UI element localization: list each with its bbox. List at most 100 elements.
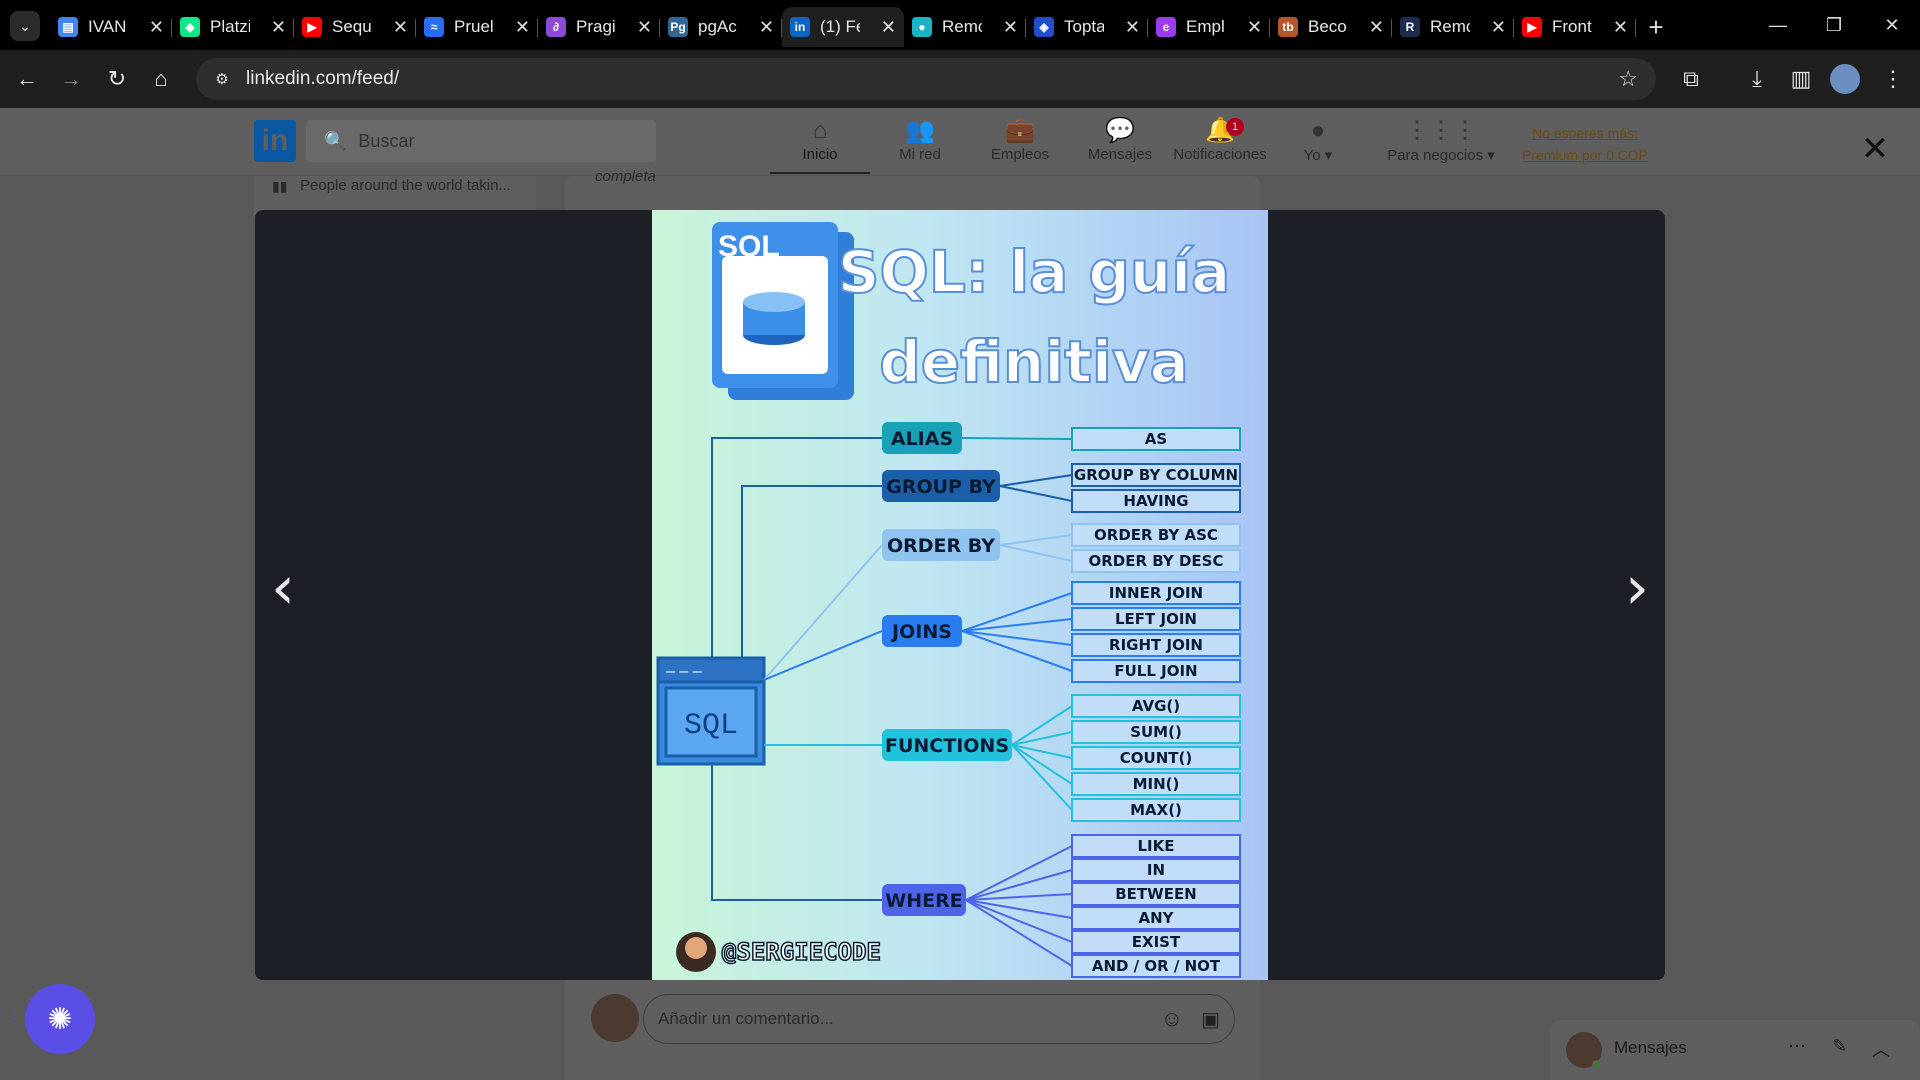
tab-title[interactable]: Pragi	[576, 17, 616, 37]
browser-tab[interactable]: ▤ IVAN ✕	[50, 7, 172, 47]
image-viewer: ‹ › SQL SQL: la guía definitiva – – – SQL ALI…	[255, 210, 1665, 980]
tab-close-icon[interactable]: ✕	[1247, 17, 1262, 38]
browser-tab[interactable]: e Empl ✕	[1148, 7, 1270, 47]
extensions-icon[interactable]: ⧉	[1676, 64, 1706, 94]
close-viewer-button[interactable]: ✕	[1860, 132, 1890, 166]
browser-tab[interactable]: R Remo ✕	[1392, 7, 1514, 47]
tab-close-icon[interactable]: ✕	[637, 17, 652, 38]
tab-title[interactable]: (1) Fe	[820, 17, 860, 37]
child-label: AVG()	[1132, 697, 1180, 715]
browser-tab[interactable]: in (1) Fe ✕	[782, 7, 904, 47]
tab-close-icon[interactable]: ✕	[881, 17, 896, 38]
tab-close-icon[interactable]: ✕	[1613, 17, 1628, 38]
online-status-icon	[1592, 1060, 1602, 1070]
avatar	[591, 994, 639, 1042]
tab-close-icon[interactable]: ✕	[393, 17, 408, 38]
home-button[interactable]: ⌂	[146, 64, 176, 94]
minimize-button[interactable]: —	[1750, 0, 1806, 50]
reload-button[interactable]: ↻	[102, 64, 132, 94]
branch-connector	[763, 630, 883, 681]
tab-close-icon[interactable]: ✕	[1125, 17, 1140, 38]
tab-title[interactable]: Sequ	[332, 17, 372, 37]
tab-close-icon[interactable]: ✕	[271, 17, 286, 38]
tab-title[interactable]: Remo	[1430, 17, 1470, 37]
tab-close-icon[interactable]: ✕	[1003, 17, 1018, 38]
image-icon[interactable]: ▣	[1201, 1007, 1220, 1032]
child-connector	[999, 485, 1073, 502]
browser-menu-icon[interactable]: ⋮	[1878, 64, 1908, 94]
doc-icon-label: SQL	[718, 230, 780, 263]
tab-close-icon[interactable]: ✕	[1369, 17, 1384, 38]
bookmark-star-icon[interactable]: ☆	[1618, 66, 1638, 92]
tab-favicon-icon: ◈	[1034, 17, 1054, 37]
nav-label: Mi red	[899, 146, 941, 163]
linkedin-logo[interactable]: in	[254, 120, 296, 162]
tab-close-icon[interactable]: ✕	[759, 17, 774, 38]
forward-button[interactable]: →	[56, 64, 86, 94]
browser-tab[interactable]: ● Remo ✕	[904, 7, 1026, 47]
browser-tab[interactable]: Pg pgAc ✕	[660, 7, 782, 47]
child-label: HAVING	[1123, 492, 1188, 510]
tab-favicon-icon: in	[790, 17, 810, 37]
more-options-icon[interactable]: ⋯	[1788, 1036, 1806, 1057]
url-text[interactable]: linkedin.com/feed/	[246, 68, 399, 90]
browser-tab[interactable]: ▶ Front ✕	[1514, 7, 1636, 47]
messaging-panel[interactable]: Mensajes ⋯ ✎ ︿	[1550, 1020, 1920, 1080]
tab-title[interactable]: Front	[1552, 17, 1592, 37]
browser-tab[interactable]: ◆ Platzi ✕	[172, 7, 294, 47]
sidebar-fragment[interactable]: People around the world takin...	[300, 176, 511, 196]
previous-image-button[interactable]: ‹	[261, 553, 305, 623]
tab-title[interactable]: Topta	[1064, 17, 1104, 37]
search-placeholder[interactable]: Buscar	[358, 131, 414, 152]
browser-tab[interactable]: tb Beco ✕	[1270, 7, 1392, 47]
tab-search-button[interactable]: ⌄	[10, 11, 40, 41]
new-tab-button[interactable]: +	[1636, 7, 1676, 47]
download-icon[interactable]: ⤓	[1742, 64, 1772, 94]
tab-title[interactable]: Platzi	[210, 17, 250, 37]
address-bar[interactable]: ⚙ linkedin.com/feed/ ☆	[196, 58, 1656, 100]
tab-close-icon[interactable]: ✕	[1491, 17, 1506, 38]
comment-input[interactable]: Añadir un comentario... ☺ ▣	[643, 994, 1235, 1044]
browser-tab[interactable]: ▶ Sequ ✕	[294, 7, 416, 47]
tab-close-icon[interactable]: ✕	[515, 17, 530, 38]
business-menu[interactable]: ⋮⋮⋮ Para negocios ▾	[1376, 116, 1506, 174]
nav-item[interactable]: ⌂ Inicio	[770, 116, 870, 174]
browser-tab[interactable]: ≈ Pruel ✕	[416, 7, 538, 47]
restore-button[interactable]: ❐	[1806, 0, 1862, 50]
tab-title[interactable]: Empl	[1186, 17, 1226, 37]
side-panel-icon[interactable]: ▥	[1786, 64, 1816, 94]
messaging-label[interactable]: Mensajes	[1614, 1038, 1687, 1058]
tab-title[interactable]: Beco	[1308, 17, 1348, 37]
site-info-icon[interactable]: ⚙	[210, 67, 234, 91]
back-button[interactable]: ←	[12, 64, 42, 94]
tab-favicon-icon: e	[1156, 17, 1176, 37]
poster-title: definitiva	[879, 328, 1189, 396]
comment-placeholder[interactable]: Añadir un comentario...	[658, 1009, 834, 1029]
search-box[interactable]: 🔍 Buscar	[306, 120, 656, 162]
tab-favicon-icon: Pg	[668, 17, 688, 37]
floating-assistant-button[interactable]: ✺	[25, 984, 95, 1054]
nav-item[interactable]: 👥 Mi red	[870, 116, 970, 174]
compose-icon[interactable]: ✎	[1832, 1036, 1847, 1057]
browser-tab[interactable]: ∂ Pragi ✕	[538, 7, 660, 47]
close-window-button[interactable]: ✕	[1864, 0, 1920, 50]
profile-avatar[interactable]	[1830, 64, 1860, 94]
nav-item[interactable]: 💬 Mensajes	[1070, 116, 1170, 174]
next-image-button[interactable]: ›	[1615, 553, 1659, 623]
premium-line2[interactable]: Premium por 0 COP	[1510, 144, 1660, 166]
author-handle: @SERGIECODE	[722, 938, 881, 966]
tab-title[interactable]: Pruel	[454, 17, 494, 37]
premium-line1[interactable]: No esperes más:	[1510, 122, 1660, 144]
tab-title[interactable]: IVAN	[88, 17, 128, 37]
chevron-up-icon[interactable]: ︿	[1872, 1036, 1890, 1062]
tab-title[interactable]: pgAc	[698, 17, 738, 37]
browser-tab[interactable]: ◈ Topta ✕	[1026, 7, 1148, 47]
tab-close-icon[interactable]: ✕	[149, 17, 164, 38]
nav-item[interactable]: 🔔 Notificaciones 1	[1170, 116, 1270, 174]
premium-link[interactable]: No esperes más: Premium por 0 COP	[1510, 122, 1660, 166]
emoji-icon[interactable]: ☺	[1161, 1006, 1183, 1032]
nav-item[interactable]: ● Yo ▾	[1268, 116, 1368, 174]
tab-title[interactable]: Remo	[942, 17, 982, 37]
nav-item[interactable]: 💼 Empleos	[970, 116, 1070, 174]
child-label: EXIST	[1132, 933, 1181, 951]
